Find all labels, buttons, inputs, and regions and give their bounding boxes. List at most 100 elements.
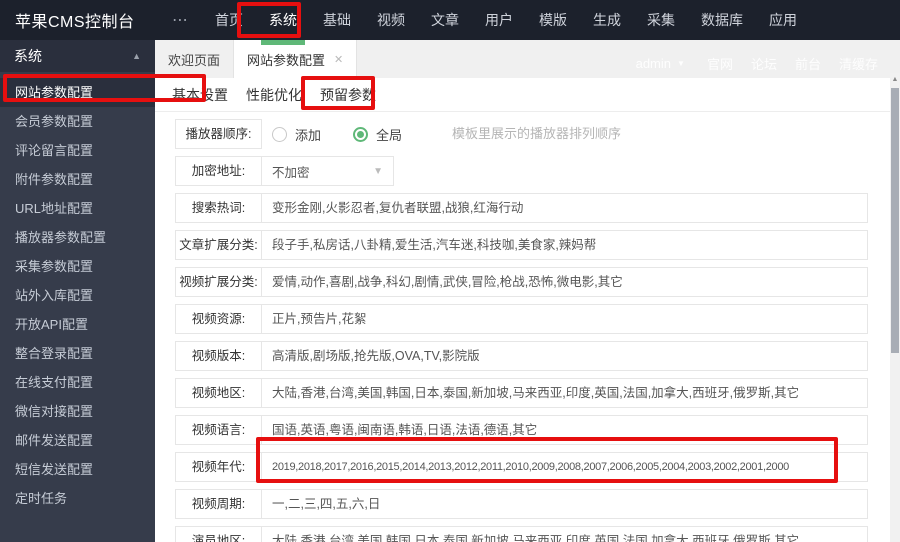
select-value: 不加密 [272,165,310,180]
sidebar-item[interactable]: 短信发送配置 [0,455,155,484]
text-input[interactable]: 正片,预告片,花絮 [261,304,868,334]
sidebar-item[interactable]: 播放器参数配置 [0,223,155,252]
header-link[interactable]: 前台 [795,57,821,72]
sidebar-item[interactable]: 站外入库配置 [0,281,155,310]
text-input[interactable]: 一,二,三,四,五,六,日 [261,489,868,519]
text-input[interactable]: 段子手,私房话,八卦精,爱生活,汽车迷,科技咖,美食家,辣妈帮 [261,230,868,260]
sidebar-item[interactable]: 邮件发送配置 [0,426,155,455]
form-row: 视频扩展分类: 爱情,动作,喜剧,战争,科幻,剧情,武侠,冒险,枪战,恐怖,微电… [175,267,868,297]
field-label: 搜索热词: [175,193,262,223]
nav-item[interactable]: 采集 [637,0,685,40]
sidebar-item[interactable]: 在线支付配置 [0,368,155,397]
text-input[interactable]: 国语,英语,粤语,闽南语,韩语,日语,法语,德语,其它 [261,415,868,445]
nav-item[interactable]: 应用 [759,0,807,40]
radio-option[interactable]: 全局 [353,125,402,144]
nav-menu: 首页 系统 基础 视频 文章 用户 模版 生成 采集 数据库 应用 [202,0,810,45]
field-label: 视频版本: [175,341,262,371]
sidebar-item[interactable]: 开放API配置 [0,310,155,339]
collapse-up-icon: ▲ [132,51,141,61]
sidebar-item[interactable]: 整合登录配置 [0,339,155,368]
form-row: 视频周期: 一,二,三,四,五,六,日 ▼ 一,二,三,四,五,六,日 [175,489,868,519]
nav-item[interactable]: 用户 [475,0,523,40]
app-title: 苹果CMS控制台 [15,14,135,31]
text-input[interactable]: 变形金刚,火影忍者,复仇者联盟,战狼,红海行动 [261,193,868,223]
sidebar-item[interactable]: 定时任务 [0,484,155,513]
field-label: 视频语言: [175,415,262,445]
field-label: 视频资源: [175,304,262,334]
text-input[interactable]: 大陆,香港,台湾,美国,韩国,日本,泰国,新加坡,马来西亚,印度,英国,法国,加… [261,526,868,542]
sidebar-item[interactable]: 会员参数配置 [0,107,155,136]
form-row: 搜索热词: 变形金刚,火影忍者,复仇者联盟,战狼,红海行动 ▼ 变形金刚,火影忍… [175,193,868,223]
user-menu[interactable]: admin [636,56,671,71]
radio-icon[interactable] [272,126,287,142]
field-label: 播放器顺序: [175,119,262,149]
header-link[interactable]: 论坛 [751,57,777,72]
radio-label: 添加 [295,127,322,143]
caret-down-icon: ▼ [677,59,685,68]
settings-panel: 基本设置 性能优化 预留参数 播放器顺序: 添加 全局 模板里展示的播放器排列顺序 … [155,78,890,542]
sidebar-item[interactable]: 微信对接配置 [0,397,155,426]
sidebar-group-label: 系统 [14,48,42,64]
radio-option[interactable]: 添加 [272,125,321,144]
settings-form: 播放器顺序: 添加 全局 模板里展示的播放器排列顺序 ▼ 加密地址: [155,112,890,542]
page-tab[interactable]: 欢迎页面 ✕ [155,40,235,78]
form-row: 视频语言: 国语,英语,粤语,闽南语,韩语,日语,法语,德语,其它 ▼ 国语,英… [175,415,868,445]
nav-item[interactable]: 视频 [367,0,415,40]
form-row: 播放器顺序: 添加 全局 模板里展示的播放器排列顺序 ▼ [175,119,868,149]
scroll-up-icon[interactable]: ▲ [890,73,900,86]
radio-label: 全局 [376,127,403,143]
top-navbar: 苹果CMS控制台 ⋯ 首页 系统 基础 视频 文章 用户 模版 生成 采集 数据库 应用 [0,0,900,45]
field-label: 视频扩展分类: [175,267,262,297]
form-row: 视频版本: 高清版,剧场版,抢先版,OVA,TV,影院版 ▼ 高清版,剧场版,抢… [175,341,868,371]
nav-item[interactable]: 系统 [259,0,307,45]
field-label: 视频年代: [175,452,262,482]
radio-group: 添加 全局 模板里展示的播放器排列顺序 [272,119,621,149]
sidebar-menu: 网站参数配置 会员参数配置 评论留言配置 附件参数配置 URL地址配置 播放器参数配置 采集… [0,72,155,513]
field-label: 文章扩展分类: [175,230,262,260]
subtab[interactable]: 基本设置 [163,85,237,105]
sidebar-item[interactable]: 网站参数配置 [0,78,155,107]
sidebar-item[interactable]: 采集参数配置 [0,252,155,281]
form-row: 文章扩展分类: 段子手,私房话,八卦精,爱生活,汽车迷,科技咖,美食家,辣妈帮 … [175,230,868,260]
text-input[interactable]: 高清版,剧场版,抢先版,OVA,TV,影院版 [261,341,868,371]
form-row: 视频年代: 2019,2018,2017,2016,2015,2014,2013… [175,452,868,482]
form-row: 加密地址: 不加密 ▼ 不加密 [175,156,868,186]
tab-label: 欢迎页面 [168,52,221,68]
text-input[interactable]: 2019,2018,2017,2016,2015,2014,2013,2012,… [261,452,868,482]
nav-item[interactable]: 首页 [205,0,253,40]
scrollbar[interactable]: ▲ [890,73,900,542]
content-area: 欢迎页面 ✕ 网站参数配置 ✕ admin ▼ 官网 论坛 前台 清缓存 基本设置性能… [155,40,900,542]
text-input[interactable]: 爱情,动作,喜剧,战争,科幻,剧情,武侠,冒险,枪战,恐怖,微电影,其它 [261,267,868,297]
nav-item[interactable]: 生成 [583,0,631,40]
field-hint: 模板里展示的播放器排列顺序 [452,126,622,141]
form-row: 视频地区: 大陆,香港,台湾,美国,韩国,日本,泰国,新加坡,马来西亚,印度,英… [175,378,868,408]
field-label: 视频地区: [175,378,262,408]
nav-item[interactable]: 模版 [529,0,577,40]
scrollbar-thumb[interactable] [891,88,899,353]
header-link[interactable]: 清缓存 [839,57,878,72]
nav-item[interactable]: 数据库 [691,0,753,40]
nav-item[interactable]: 文章 [421,0,469,40]
header-link-list: 官网 论坛 前台 清缓存 [689,54,878,73]
text-input[interactable]: 大陆,香港,台湾,美国,韩国,日本,泰国,新加坡,马来西亚,印度,英国,法国,加… [261,378,868,408]
radio-icon[interactable] [353,126,369,142]
sidebar-item[interactable]: 评论留言配置 [0,136,155,165]
header-link[interactable]: 官网 [707,57,733,72]
sidebar-group-system[interactable]: 系统 ▲ [0,40,155,72]
sidebar-item[interactable]: 附件参数配置 [0,165,155,194]
nav-item[interactable]: 基础 [313,0,361,40]
form-row: 演员地区: 大陆,香港,台湾,美国,韩国,日本,泰国,新加坡,马来西亚,印度,英… [175,526,868,542]
field-label: 演员地区: [175,526,262,542]
sidebar: 系统 ▲ 网站参数配置 会员参数配置 评论留言配置 附件参数配置 URL地址配置 播放器参… [0,40,155,542]
subtab[interactable]: 预留参数 [311,85,385,105]
select-input[interactable]: 不加密 ▼ [261,156,394,186]
form-row: 视频资源: 正片,预告片,花絮 ▼ 正片,预告片,花絮 [175,304,868,334]
sidebar-item[interactable]: URL地址配置 [0,194,155,223]
subtab[interactable]: 性能优化 [237,85,311,105]
tab-label: 网站参数配置 [247,52,326,68]
more-icon[interactable]: ⋯ [158,10,202,30]
subtab-bar: 基本设置 性能优化 预留参数 [155,78,890,112]
field-label: 视频周期: [175,489,262,519]
page-tab[interactable]: 网站参数配置 ✕ [234,40,358,78]
close-icon[interactable]: ✕ [334,53,343,66]
